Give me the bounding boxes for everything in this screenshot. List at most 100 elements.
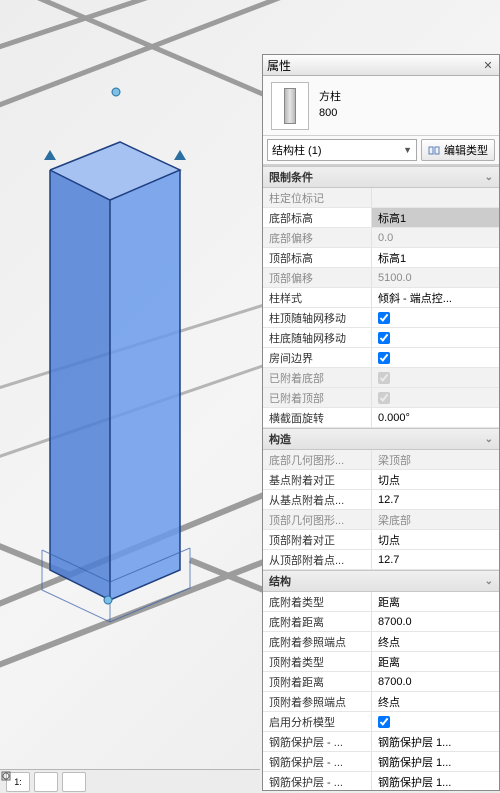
property-value[interactable] [372,328,499,347]
property-row[interactable]: 钢筋保护层 - ...钢筋保护层 1... [263,772,499,790]
property-label: 柱顶随轴网移动 [263,308,372,327]
chevron-icon: ⌄ [485,434,493,445]
property-checkbox[interactable] [378,352,390,364]
property-value[interactable] [372,348,499,367]
edit-type-icon [428,144,440,156]
property-value[interactable]: 钢筋保护层 1... [372,752,499,771]
group-header[interactable]: 构造⌄ [263,428,499,450]
property-row[interactable]: 顶部标高标高1 [263,248,499,268]
group-header[interactable]: 限制条件⌄ [263,166,499,188]
property-row[interactable]: 顶附着距离8700.0 [263,672,499,692]
property-row[interactable]: 顶附着类型距离 [263,652,499,672]
property-row: 底部偏移0.0 [263,228,499,248]
panel-titlebar[interactable]: 属性 ✕ [263,55,499,76]
property-grid[interactable]: 限制条件⌄柱定位标记底部标高标高1底部偏移0.0顶部标高标高1顶部偏移5100.… [263,165,499,790]
property-row[interactable]: 柱样式倾斜 - 端点控... [263,288,499,308]
selection-filter-combo[interactable]: 结构柱 (1) ▼ [267,139,417,161]
property-row[interactable]: 从顶部附着点...12.7 [263,550,499,570]
property-checkbox[interactable] [378,312,390,324]
property-row[interactable]: 横截面旋转0.000° [263,408,499,428]
chevron-icon: ⌄ [485,576,493,587]
close-icon[interactable]: ✕ [481,58,495,72]
property-row: 已附着底部 [263,368,499,388]
property-label: 从基点附着点... [263,490,372,509]
property-label: 底部标高 [263,208,372,227]
property-row[interactable]: 房间边界 [263,348,499,368]
property-row: 柱定位标记 [263,188,499,208]
property-label: 钢筋保护层 - ... [263,772,372,790]
type-name: 800 [319,106,341,121]
property-label: 房间边界 [263,348,372,367]
property-row: 已附着顶部 [263,388,499,408]
property-row[interactable]: 启用分析模型 [263,712,499,732]
group-header[interactable]: 结构⌄ [263,570,499,592]
view-control-bar: 1: [0,769,260,793]
property-value[interactable]: 12.7 [372,550,499,569]
property-value [372,368,499,387]
property-label: 启用分析模型 [263,712,372,731]
property-row[interactable]: 柱底随轴网移动 [263,328,499,348]
property-value[interactable]: 钢筋保护层 1... [372,732,499,751]
type-thumbnail [271,82,309,130]
property-label: 顶部附着对正 [263,530,372,549]
property-row: 底部几何图形...梁顶部 [263,450,499,470]
property-row[interactable]: 柱顶随轴网移动 [263,308,499,328]
property-checkbox [378,372,390,384]
property-label: 顶部标高 [263,248,372,267]
property-value[interactable]: 12.7 [372,490,499,509]
property-row[interactable]: 顶附着参照端点终点 [263,692,499,712]
property-label: 钢筋保护层 - ... [263,752,372,771]
property-value[interactable]: 8700.0 [372,672,499,691]
property-value[interactable]: 0.000° [372,408,499,427]
properties-panel: 属性 ✕ 方柱 800 结构柱 (1) ▼ 编辑类型 限制条件⌄柱定位标记底部标… [262,54,500,791]
property-value[interactable]: 8700.0 [372,612,499,631]
property-value[interactable] [372,712,499,731]
property-checkbox[interactable] [378,332,390,344]
property-value[interactable]: 切点 [372,530,499,549]
property-label: 顶附着距离 [263,672,372,691]
edit-type-button[interactable]: 编辑类型 [421,139,495,161]
property-label: 顶部几何图形... [263,510,372,529]
type-selector-header[interactable]: 方柱 800 [263,76,499,136]
property-value[interactable]: 距离 [372,592,499,611]
property-value[interactable]: 倾斜 - 端点控... [372,288,499,307]
property-value[interactable]: 距离 [372,652,499,671]
panel-title-text: 属性 [267,57,481,74]
property-value[interactable]: 终点 [372,632,499,651]
property-label: 顶附着参照端点 [263,692,372,711]
property-row[interactable]: 从基点附着点...12.7 [263,490,499,510]
property-value[interactable]: 终点 [372,692,499,711]
selection-filter-text: 结构柱 (1) [272,142,322,158]
property-value[interactable]: 标高1 [372,208,499,227]
property-label: 柱定位标记 [263,188,372,207]
sun-icon [0,770,12,782]
property-row: 顶部偏移5100.0 [263,268,499,288]
property-row[interactable]: 基点附着对正切点 [263,470,499,490]
property-label: 底部几何图形... [263,450,372,469]
property-row[interactable]: 底附着类型距离 [263,592,499,612]
visual-style-control[interactable] [34,772,58,792]
property-value[interactable] [372,308,499,327]
chevron-down-icon: ▼ [403,145,412,155]
property-row[interactable]: 钢筋保护层 - ...钢筋保护层 1... [263,752,499,772]
selection-filter-row: 结构柱 (1) ▼ 编辑类型 [263,136,499,165]
property-label: 顶附着类型 [263,652,372,671]
property-row[interactable]: 底附着参照端点终点 [263,632,499,652]
property-value[interactable]: 切点 [372,470,499,489]
property-label: 已附着底部 [263,368,372,387]
property-value[interactable]: 标高1 [372,248,499,267]
property-row[interactable]: 底部标高标高1 [263,208,499,228]
property-checkbox [378,392,390,404]
property-checkbox[interactable] [378,716,390,728]
property-label: 钢筋保护层 - ... [263,732,372,751]
property-row[interactable]: 底附着距离8700.0 [263,612,499,632]
sun-path-control[interactable] [62,772,86,792]
property-label: 基点附着对正 [263,470,372,489]
family-name: 方柱 [319,90,341,105]
property-label: 底附着距离 [263,612,372,631]
property-value [372,388,499,407]
property-value[interactable]: 钢筋保护层 1... [372,772,499,790]
property-row[interactable]: 钢筋保护层 - ...钢筋保护层 1... [263,732,499,752]
property-row[interactable]: 顶部附着对正切点 [263,530,499,550]
property-row: 顶部几何图形...梁底部 [263,510,499,530]
